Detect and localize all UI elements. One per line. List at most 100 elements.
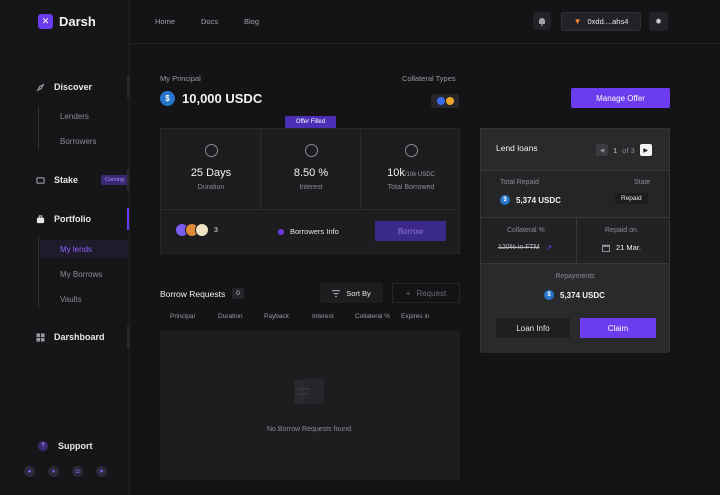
next-page-button[interactable]: ▶ (639, 144, 652, 156)
wallet-button[interactable]: ▼ 0xdd....ahs4 (561, 12, 641, 31)
repayments-amount: 5,374 USDC (560, 290, 605, 300)
nav-portfolio[interactable]: Portfolio (36, 214, 91, 224)
usdc-icon: $ (544, 290, 554, 300)
pie-chart-icon (405, 144, 418, 157)
stat-interest: 8.50 % Interest (261, 129, 361, 209)
nav-blog-link[interactable]: Blog (244, 17, 259, 26)
stat-interest-label: Interest (299, 184, 323, 191)
lend-loans-card: Lend loans ◀ 1 of 3 ▶ Total Repaid $ 5,3… (480, 128, 670, 353)
borrow-button[interactable]: Borrow (375, 221, 446, 241)
theme-toggle-button[interactable]: ✹ (649, 12, 668, 31)
prev-page-button[interactable]: ◀ (596, 144, 608, 156)
metamask-fox-icon: ▼ (573, 17, 582, 26)
lend-loans-header: Lend loans ◀ 1 of 3 ▶ (481, 129, 669, 171)
compass-icon (36, 82, 45, 92)
wallet-address: 0xdd....ahs4 (587, 17, 629, 26)
total-repaid-value: $ 5,374 USDC (500, 195, 561, 205)
repaid-on-date: 21 Mar. (616, 243, 642, 252)
sidebar-item-lenders[interactable]: Lenders (60, 112, 89, 121)
eth-token-icon (436, 97, 445, 105)
collateral-types-label: Collateral Types (402, 74, 456, 83)
sort-by-button[interactable]: Sort By (320, 283, 383, 303)
external-link-icon[interactable]: ↗ (546, 243, 553, 252)
borrow-requests-count: 0 (232, 288, 244, 299)
stake-icon (36, 176, 45, 185)
col-expires-in[interactable]: Expires in (401, 313, 430, 320)
sidebar-item-vaults[interactable]: Vaults (60, 295, 82, 304)
support-link[interactable]: ? Support (38, 441, 93, 451)
borrowers-info-link[interactable]: Borrowers Info (278, 227, 339, 236)
state-badge: Repaid (615, 193, 648, 204)
nav-stake-rail (127, 169, 129, 191)
support-label: Support (58, 441, 93, 451)
coming-soon-badge: Coming (101, 175, 128, 185)
total-borrowed-max: /10k USDC (404, 172, 435, 178)
nav-stake-label: Stake (54, 175, 79, 185)
clock-icon (205, 144, 218, 157)
stat-interest-value: 8.50 % (293, 167, 329, 179)
darsh-logo-icon: ✕ (38, 14, 53, 29)
telegram-icon[interactable]: ➤ (96, 466, 107, 477)
sort-by-label: Sort By (346, 288, 371, 298)
loan-info-button[interactable]: Loan Info (496, 318, 570, 338)
avatar (195, 223, 209, 237)
nav-stake[interactable]: Stake Coming (36, 175, 128, 185)
stat-total-borrowed-label: Total Borrowed (387, 184, 435, 191)
claim-button[interactable]: Claim (580, 318, 656, 338)
collateral-types-chips (431, 94, 459, 108)
borrow-requests-label: Borrow Requests (160, 288, 226, 299)
borrowers-info-dot-icon (278, 228, 284, 235)
total-repaid-section: Total Repaid $ 5,374 USDC State Repaid (481, 171, 669, 218)
sidebar-item-borrowers[interactable]: Borrowers (60, 137, 96, 146)
stat-duration-value: 25 Days (190, 167, 232, 179)
grid-icon (36, 332, 45, 342)
medium-icon[interactable]: ● (24, 466, 35, 477)
principal-amount: 10,000 USDC (182, 91, 263, 106)
logo[interactable]: ✕ Darsh (38, 14, 96, 29)
nav-docs-link[interactable]: Docs (201, 17, 218, 26)
portfolio-sub-line (38, 236, 39, 308)
col-collateral[interactable]: Collateral % (355, 313, 390, 320)
empty-state-text: No Borrow Requests found. (267, 426, 353, 433)
principal-value: $ 10,000 USDC (160, 91, 262, 106)
stats-divider (161, 209, 459, 210)
col-payback[interactable]: Payback (264, 313, 289, 320)
help-icon: ? (38, 441, 48, 451)
stat-duration-label: Duration (197, 184, 225, 191)
repayments-label: Repayments (555, 273, 595, 280)
sort-icon (332, 289, 341, 297)
nav-dashboard[interactable]: Darshboard (36, 332, 105, 342)
nav-home-link[interactable]: Home (155, 17, 175, 26)
repaid-on-label: Repaid on (605, 227, 637, 234)
nav-portfolio-rail (127, 208, 129, 230)
total-repaid-label: Total Repaid (500, 179, 539, 186)
empty-document-icon (294, 378, 324, 404)
lend-loans-title: Lend loans (496, 143, 538, 153)
sidebar-item-my-lends[interactable]: My lends (60, 245, 92, 254)
app-name: Darsh (59, 14, 96, 29)
twitter-icon[interactable]: ♦ (48, 466, 59, 477)
top-bar: Home Docs Blog ▼ 0xdd....ahs4 ✹ (130, 0, 720, 44)
collateral-section: Collateral % 120% in FTM ↗ Repaid on 21 … (481, 218, 669, 264)
col-interest[interactable]: Interest (312, 313, 334, 320)
borrow-requests-table-body: No Borrow Requests found. (160, 331, 460, 480)
request-button[interactable]: + Request (392, 283, 460, 303)
nav-discover-rail (127, 76, 129, 98)
nav-discover[interactable]: Discover (36, 82, 92, 92)
sidebar-item-my-borrows[interactable]: My Borrows (60, 270, 102, 279)
stat-duration: 25 Days Duration (161, 129, 261, 209)
manage-offer-button[interactable]: Manage Offer (571, 88, 670, 108)
notifications-button[interactable] (533, 12, 551, 30)
usdc-icon: $ (160, 91, 175, 106)
bell-icon (539, 17, 545, 26)
col-principal[interactable]: Principal (170, 313, 195, 320)
principal-label: My Principal (160, 74, 201, 83)
col-duration[interactable]: Duration (218, 313, 243, 320)
plus-icon: + (405, 288, 411, 298)
nav-dashboard-rail (127, 326, 129, 348)
borrower-avatars[interactable]: 3 (175, 223, 218, 237)
discord-icon[interactable]: ◘ (72, 466, 83, 477)
sidebar: ✕ Darsh Discover Lenders Borrowers Stake… (0, 0, 130, 495)
borrow-requests-title: Borrow Requests 0 (160, 288, 244, 299)
discover-sub-line (38, 106, 39, 150)
